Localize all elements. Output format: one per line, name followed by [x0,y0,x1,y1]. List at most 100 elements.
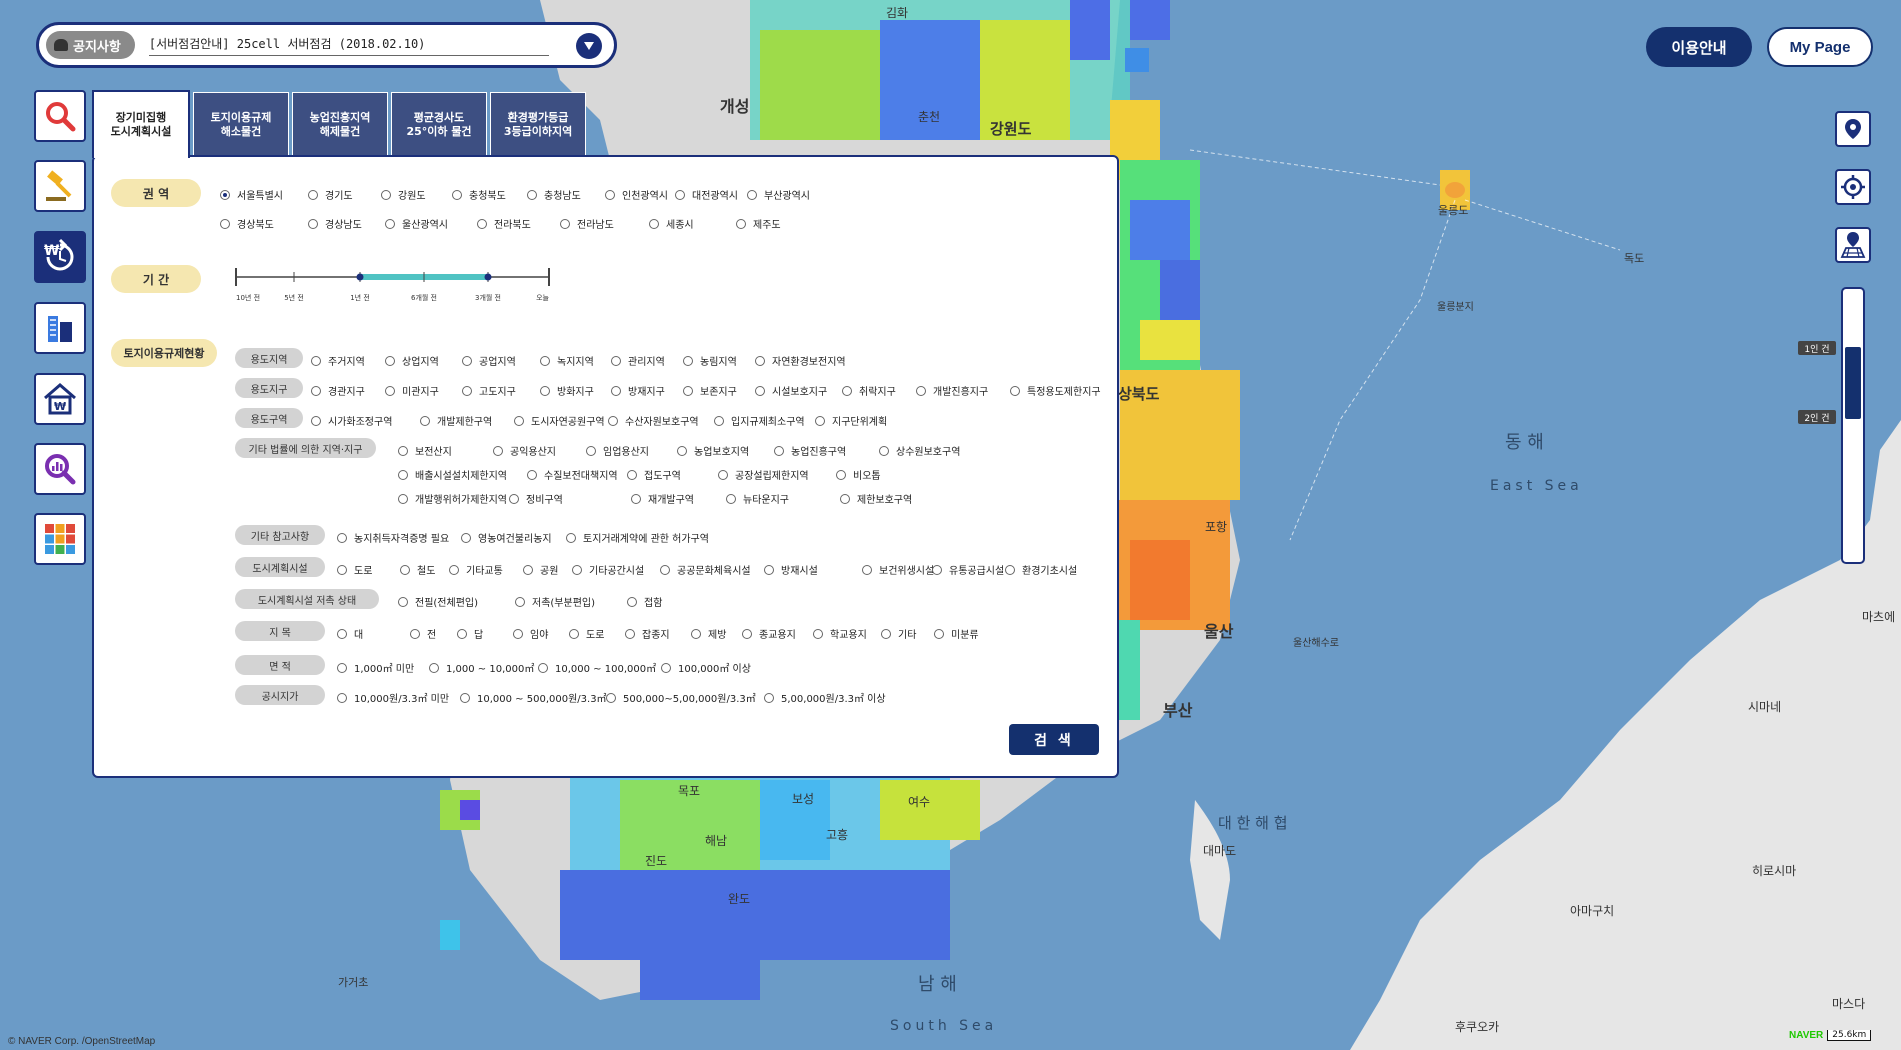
radio-option[interactable]: 충청남도 [527,187,581,202]
radio-option[interactable]: 도로 [569,626,604,641]
radio-option[interactable]: 접도구역 [627,467,681,482]
radio-option[interactable]: 500,000~5,00,000원/3.3㎡ [606,690,756,705]
radio-option[interactable]: 1,000 ~ 10,000㎡ [429,660,534,675]
radio-option[interactable]: 기타교통 [449,562,503,577]
radio-button[interactable] [572,564,582,575]
radio-option[interactable]: 경관지구 [311,383,365,398]
radio-button[interactable] [514,415,524,426]
map-view-button[interactable] [1835,227,1871,263]
radio-button[interactable] [842,385,852,396]
radio-button[interactable] [540,385,550,396]
radio-button[interactable] [540,355,550,366]
radio-option[interactable]: 학교용지 [813,626,867,641]
tab-long-term-unexecuted[interactable]: 장기미집행 도시계획시설 [92,90,190,158]
radio-option[interactable]: 서울특별시 [220,187,283,202]
radio-option[interactable]: 경상북도 [220,216,274,231]
auction-tool-button[interactable] [34,160,86,212]
radio-option[interactable]: 농지취득자격증명 필요 [337,530,449,545]
radio-option[interactable]: 보존지구 [683,383,737,398]
radio-option[interactable]: 농림지역 [683,353,737,368]
radio-option[interactable]: 종교용지 [742,626,796,641]
radio-option[interactable]: 뉴타운지구 [726,491,789,506]
radio-button[interactable] [515,596,525,607]
house-tool-button[interactable]: ₩ [34,373,86,425]
radio-option[interactable]: 수질보전대책지역 [527,467,618,482]
radio-option[interactable]: 공익용산지 [493,443,556,458]
zoom-slider-thumb[interactable] [1845,347,1861,419]
radio-button[interactable] [429,662,439,673]
radio-option[interactable]: 잡종지 [625,626,670,641]
radio-option[interactable]: 개발제한구역 [420,413,492,428]
radio-button[interactable] [934,628,944,639]
radio-button[interactable] [385,385,395,396]
radio-option[interactable]: 제한보호구역 [840,491,912,506]
radio-button[interactable] [714,415,724,426]
radio-option[interactable]: 공공문화체육시설 [660,562,751,577]
notice-dropdown-button[interactable] [576,33,602,59]
radio-button[interactable] [606,692,616,703]
radio-option[interactable]: 관리지역 [611,353,665,368]
radio-option[interactable]: 특정용도제한지구 [1010,383,1101,398]
radio-button[interactable] [337,662,347,673]
radio-option[interactable]: 농업보호지역 [677,443,749,458]
radio-button[interactable] [742,628,752,639]
radio-option[interactable]: 시가화조정구역 [311,413,392,428]
radio-button[interactable] [560,218,570,229]
radio-option[interactable]: 5,00,000원/3.3㎡ 이상 [764,690,886,705]
notice-text[interactable]: [서버점검안내] 25cell 서버점검 (2018.02.10) [148,35,549,56]
radio-button[interactable] [337,532,347,543]
radio-button[interactable] [611,385,621,396]
radio-option[interactable]: 공장설립제한지역 [718,467,809,482]
radio-option[interactable]: 정비구역 [509,491,563,506]
radio-button[interactable] [311,385,321,396]
radio-button[interactable] [755,355,765,366]
location-pin-button[interactable] [1835,111,1871,147]
radio-button[interactable] [631,493,641,504]
radio-option[interactable]: 방재시설 [764,562,818,577]
radio-option[interactable]: 충청북도 [452,187,506,202]
radio-option[interactable]: 환경기초시설 [1005,562,1077,577]
radio-button[interactable] [410,628,420,639]
radio-option[interactable]: 전필(전체편입) [398,594,478,609]
radio-option[interactable]: 농업진흥구역 [774,443,846,458]
radio-option[interactable]: 방재지구 [611,383,665,398]
radio-button[interactable] [675,189,685,200]
radio-button[interactable] [513,628,523,639]
radio-button[interactable] [747,189,757,200]
radio-button[interactable] [774,445,784,456]
radio-button[interactable] [420,415,430,426]
radio-option[interactable]: 세종시 [649,216,694,231]
radio-option[interactable]: 전라남도 [560,216,614,231]
radio-option[interactable]: 지구단위계획 [815,413,887,428]
tab-slope[interactable]: 평균경사도 25°이하 물건 [391,92,487,156]
radio-button[interactable] [836,469,846,480]
radio-option[interactable]: 제방 [691,626,726,641]
radio-button[interactable] [460,692,470,703]
radio-button[interactable] [381,189,391,200]
radio-option[interactable]: 인천광역시 [605,187,668,202]
radio-option[interactable]: 개발진흥지구 [916,383,988,398]
radio-button[interactable] [566,532,576,543]
radio-button[interactable] [625,628,635,639]
radio-button[interactable] [400,564,410,575]
radio-button[interactable] [311,355,321,366]
radio-option[interactable]: 개발행위허가제한지역 [398,491,507,506]
search-button[interactable]: 검 색 [1009,724,1099,755]
radio-option[interactable]: 임야 [513,626,548,641]
radio-option[interactable]: 기타 [881,626,916,641]
radio-button[interactable] [627,596,637,607]
radio-option[interactable]: 임업용산지 [586,443,649,458]
radio-button[interactable] [509,493,519,504]
radio-button[interactable] [477,218,487,229]
radio-button[interactable] [677,445,687,456]
radio-option[interactable]: 자연환경보전지역 [755,353,846,368]
period-slider[interactable]: 10년 전 5년 전 1년 전 6개월 전 3개월 전 오늘 [234,265,551,305]
radio-button[interactable] [308,189,318,200]
timeline-handle[interactable] [356,273,364,281]
radio-button[interactable] [457,628,467,639]
guide-button[interactable]: 이용안내 [1646,27,1752,67]
radio-button[interactable] [840,493,850,504]
tab-landuse-resolved[interactable]: 토지이용규제 해소물건 [193,92,289,156]
radio-button[interactable] [815,415,825,426]
radio-option[interactable]: 공업지역 [462,353,516,368]
